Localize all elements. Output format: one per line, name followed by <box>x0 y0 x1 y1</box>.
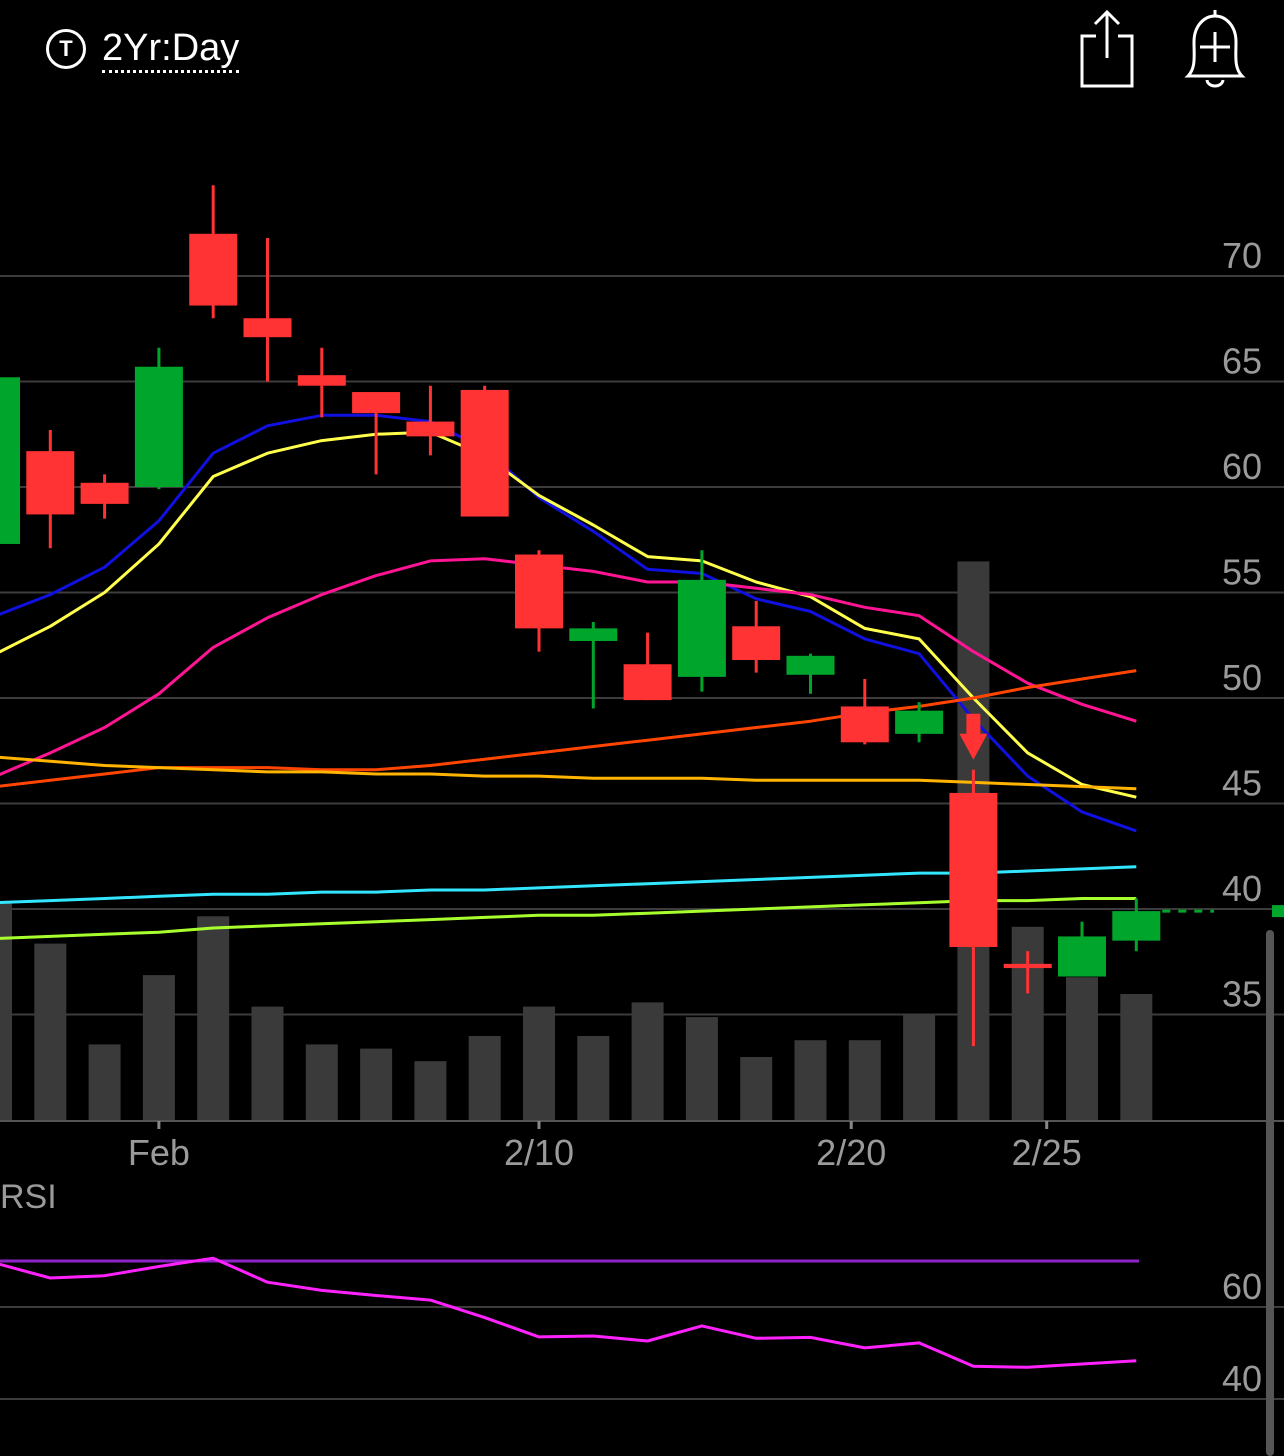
date-tick-label: 2/20 <box>816 1132 886 1173</box>
volume-bar <box>251 1006 284 1120</box>
volume-bar <box>88 1044 121 1120</box>
price-tick-label: 40 <box>1222 868 1262 909</box>
candle-body-down <box>297 375 346 386</box>
candle-body-down <box>623 664 672 701</box>
price-chart[interactable]: 70 65 60 55 50 45 40 35 Feb 2/10 2/20 2/25 RSI 60 40 <box>0 0 1284 1456</box>
volume-bar <box>305 1044 338 1120</box>
price-tick-label: 45 <box>1222 763 1262 804</box>
price-tick-label: 70 <box>1222 235 1262 276</box>
candle-body-up <box>1058 936 1106 977</box>
price-tick-label: 65 <box>1222 341 1262 382</box>
vertical-scrollbar[interactable] <box>1266 930 1274 1456</box>
date-tick-label: 2/25 <box>1012 1132 1082 1173</box>
volume-bar <box>631 1002 664 1120</box>
candle-body-up <box>0 377 20 544</box>
volume-bar <box>360 1048 393 1120</box>
volume-bar <box>1120 994 1153 1120</box>
candle-body-up <box>786 655 835 675</box>
price-tick-label: 35 <box>1222 974 1262 1015</box>
candle-body-down <box>243 318 292 338</box>
candle-body-down <box>352 392 401 414</box>
candle-body-down <box>460 389 509 517</box>
candle-body-up <box>677 579 726 677</box>
volume-bar <box>1066 977 1098 1120</box>
volume-bar <box>903 1015 936 1120</box>
volume-bar <box>414 1061 447 1120</box>
rsi-tick-label: 40 <box>1222 1358 1262 1399</box>
volume-bar <box>848 1040 881 1120</box>
candle-body-down <box>1003 963 1052 969</box>
rsi-line <box>0 1256 1137 1369</box>
candle-body-up <box>134 366 183 487</box>
candle-body-down <box>732 626 781 661</box>
volume-bar <box>740 1057 773 1120</box>
last-price-tag <box>1272 905 1284 918</box>
volume-bar <box>577 1036 610 1120</box>
candle-body-up <box>569 628 618 642</box>
candle-body-down <box>840 706 889 743</box>
rsi-title: RSI <box>0 1178 57 1216</box>
candle-body-up <box>1112 911 1161 941</box>
price-tick-label: 55 <box>1222 552 1262 593</box>
candle-body-down <box>949 792 998 947</box>
rsi-panel: RSI 60 40 <box>0 1178 1284 1400</box>
volume-bar <box>685 1017 718 1120</box>
volume-bar <box>794 1040 827 1120</box>
candle-body-down <box>406 421 455 437</box>
price-axis-labels: 70 65 60 55 50 45 40 35 <box>1222 235 1262 1015</box>
volume-bar <box>523 1006 555 1120</box>
price-tick-label: 50 <box>1222 657 1262 698</box>
price-tick-label: 60 <box>1222 446 1262 487</box>
candle-body-down <box>189 233 238 306</box>
date-tick-label: 2/10 <box>504 1132 574 1173</box>
candle-body-down <box>26 451 75 515</box>
volume-bar <box>468 1036 501 1120</box>
date-tick-label: Feb <box>128 1132 190 1173</box>
volume-bar <box>0 901 12 1120</box>
candle-body-up <box>895 710 944 734</box>
volume-bar <box>197 916 230 1120</box>
candle-body-down <box>515 554 563 629</box>
date-axis: Feb 2/10 2/20 2/25 <box>128 1121 1082 1173</box>
rsi-tick-label: 60 <box>1222 1266 1262 1307</box>
volume-bar <box>34 943 67 1120</box>
candle-body-down <box>80 482 129 504</box>
volume-bar <box>142 975 175 1120</box>
